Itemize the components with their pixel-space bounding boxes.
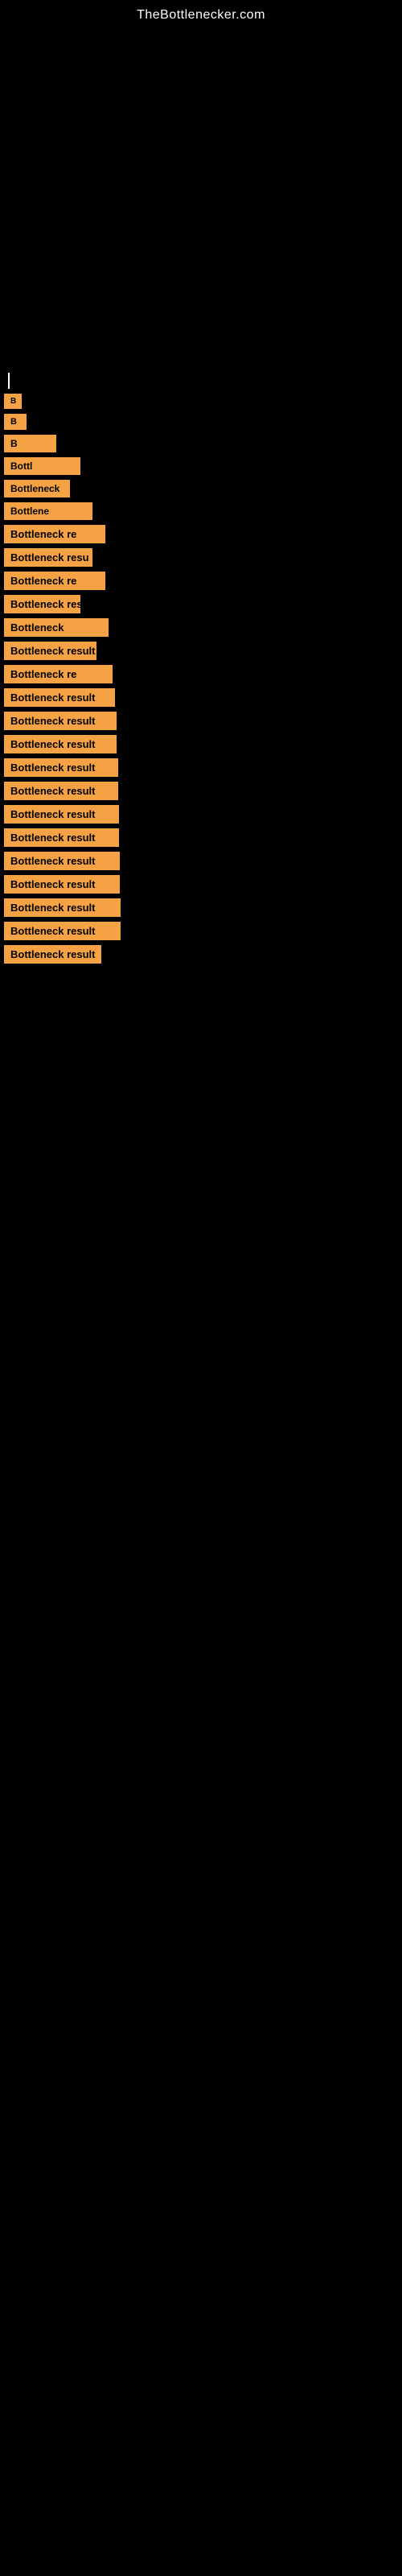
result-label: Bottleneck resu xyxy=(4,548,92,567)
list-item: Bottl xyxy=(0,457,402,475)
result-label: Bottleneck result xyxy=(4,828,119,847)
list-item: Bottleneck result xyxy=(0,805,402,824)
list-item: Bottlene xyxy=(0,502,402,520)
result-label: Bottleneck xyxy=(4,480,70,497)
result-label: Bottleneck xyxy=(4,618,109,637)
list-item: Bottleneck re xyxy=(0,525,402,543)
list-item: B xyxy=(0,394,402,409)
result-label: Bottleneck re xyxy=(4,572,105,590)
results-container: B B B Bottl Bottleneck Bottlene Bottlene… xyxy=(0,365,402,976)
list-item: Bottleneck result xyxy=(0,875,402,894)
result-label: Bottleneck result xyxy=(4,852,120,870)
result-label: Bottleneck result xyxy=(4,642,96,660)
list-item: Bottleneck re xyxy=(0,665,402,683)
result-label: B xyxy=(4,394,22,409)
list-item: Bottleneck result xyxy=(0,852,402,870)
result-label: Bottleneck result xyxy=(4,758,118,777)
result-label: Bottleneck re xyxy=(4,525,105,543)
list-item: Bottleneck result xyxy=(0,735,402,753)
list-item: Bottleneck result xyxy=(0,922,402,940)
main-content: B B B Bottl Bottleneck Bottlene Bottlene… xyxy=(0,365,402,993)
result-label: Bottleneck res xyxy=(4,595,80,613)
result-label: Bottleneck result xyxy=(4,782,118,800)
chart-area xyxy=(0,27,402,365)
list-item: Bottleneck result xyxy=(0,758,402,777)
list-item xyxy=(0,373,402,389)
result-label: Bottleneck result xyxy=(4,805,119,824)
result-label: Bottleneck re xyxy=(4,665,113,683)
result-label: Bottleneck result xyxy=(4,922,121,940)
result-label: Bottleneck result xyxy=(4,735,117,753)
list-item: Bottleneck result xyxy=(0,898,402,917)
list-item: Bottleneck result xyxy=(0,642,402,660)
list-item: Bottleneck result xyxy=(0,688,402,707)
list-item: B xyxy=(0,435,402,452)
result-label: Bottleneck result xyxy=(4,945,101,964)
list-item: Bottleneck result xyxy=(0,945,402,964)
site-header: TheBottlenecker.com xyxy=(0,0,402,27)
result-label: Bottl xyxy=(4,457,80,475)
result-label: Bottlene xyxy=(4,502,92,520)
list-item: Bottleneck result xyxy=(0,782,402,800)
list-item: Bottleneck re xyxy=(0,572,402,590)
result-label: B xyxy=(4,414,27,430)
page-wrapper: TheBottlenecker.com B B B Bottl Bottlene… xyxy=(0,0,402,993)
list-item: B xyxy=(0,414,402,430)
cursor-icon xyxy=(8,373,10,389)
list-item: Bottleneck resu xyxy=(0,548,402,567)
result-label: Bottleneck result xyxy=(4,712,117,730)
site-title: TheBottlenecker.com xyxy=(0,0,402,27)
result-label: Bottleneck result xyxy=(4,898,121,917)
list-item: Bottleneck result xyxy=(0,828,402,847)
result-label: Bottleneck result xyxy=(4,688,115,707)
result-label: Bottleneck result xyxy=(4,875,120,894)
result-label: B xyxy=(4,435,56,452)
list-item: Bottleneck xyxy=(0,618,402,637)
list-item: Bottleneck result xyxy=(0,712,402,730)
list-item: Bottleneck xyxy=(0,480,402,497)
list-item: Bottleneck res xyxy=(0,595,402,613)
